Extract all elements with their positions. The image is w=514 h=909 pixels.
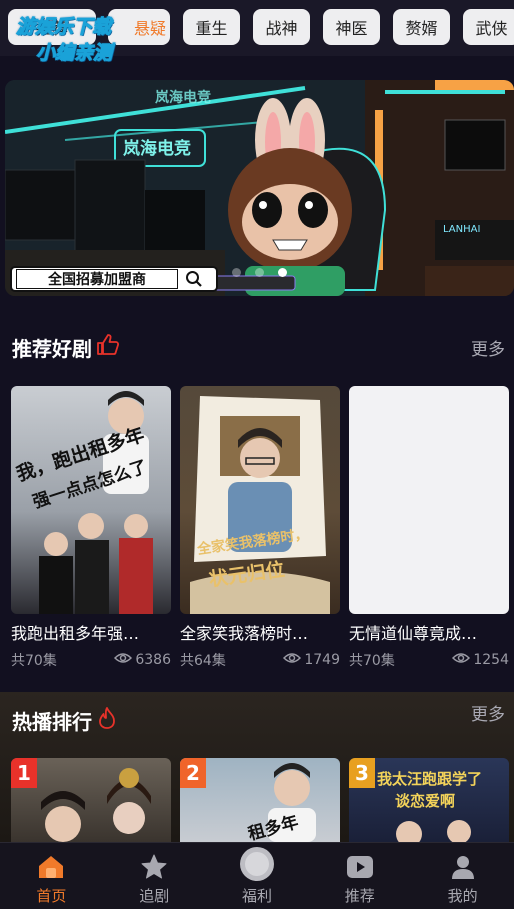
banner-illustration: LANHAI 岚海电竞 岚海电竞 <box>5 80 514 296</box>
view-count: 1749 <box>304 652 340 668</box>
pagination-dot[interactable] <box>232 268 241 277</box>
nav-recommend[interactable]: 推荐 <box>308 843 411 909</box>
hot-rank-card[interactable]: 1 <box>11 758 171 842</box>
nav-home[interactable]: 首页 <box>0 843 103 909</box>
pagination-dot-active[interactable] <box>278 268 287 277</box>
bottom-navigation: 首页 追剧 福利 推荐 我的 <box>0 842 514 909</box>
drama-title: 全家笑我落榜时… <box>180 624 309 643</box>
category-chip-recommend[interactable]: 推荐 <box>8 9 96 45</box>
nav-welfare[interactable]: 福利 <box>206 843 309 909</box>
eye-icon <box>114 652 133 668</box>
category-chip-doctor[interactable]: 神医 <box>323 9 380 45</box>
play-icon <box>346 853 374 881</box>
nav-profile[interactable]: 我的 <box>411 843 514 909</box>
eye-icon <box>283 652 302 668</box>
rank-badge: 1 <box>11 758 37 788</box>
drama-poster-placeholder <box>349 386 509 614</box>
category-bar: 推荐 悬疑 重生 战神 神医 赘婿 武侠 <box>0 0 514 56</box>
thumbs-up-icon <box>96 333 120 362</box>
drama-card[interactable]: 全家笑我落榜时， 状元归位 全家笑我落榜时… 共64集 1749 <box>180 386 340 670</box>
star-icon <box>140 853 168 881</box>
search-icon <box>178 269 210 289</box>
drama-card[interactable]: 无情道仙尊竟成… 共70集 1254 <box>349 386 509 670</box>
drama-card[interactable]: 我，跑出租多年 强一点点怎么了 我跑出租多年强… 共70集 6386 <box>11 386 171 670</box>
svg-text:岚海电竞: 岚海电竞 <box>155 89 211 106</box>
banner-tag[interactable]: 全国招募加盟商 <box>10 266 218 292</box>
drama-title: 我跑出租多年强… <box>11 624 140 643</box>
eye-icon <box>452 652 471 668</box>
hot-more-link[interactable]: 更多 <box>471 700 505 725</box>
recommended-more-link[interactable]: 更多 <box>471 335 505 360</box>
svg-text:LANHAI: LANHAI <box>443 224 480 235</box>
drama-poster: 我，跑出租多年 强一点点怎么了 <box>11 386 171 614</box>
promo-banner[interactable]: LANHAI 岚海电竞 岚海电竞 <box>5 80 514 296</box>
home-icon <box>37 853 65 881</box>
episode-count: 共70集 <box>11 653 57 669</box>
drama-title: 无情道仙尊竟成… <box>349 624 478 643</box>
view-count: 1254 <box>473 652 509 668</box>
svg-text:我太汪跑跟学了: 我太汪跑跟学了 <box>377 770 482 788</box>
banner-pagination <box>232 268 287 277</box>
recommended-section-title: 推荐好剧 <box>12 333 120 362</box>
rank-badge: 2 <box>180 758 206 788</box>
svg-text:岚海电竞: 岚海电竞 <box>123 138 191 159</box>
nav-following[interactable]: 追剧 <box>103 843 206 909</box>
category-chip-rebirth[interactable]: 重生 <box>183 9 240 45</box>
flame-icon <box>96 706 118 735</box>
category-chip-war-god[interactable]: 战神 <box>253 9 310 45</box>
rank-badge: 3 <box>349 758 375 788</box>
pagination-dot[interactable] <box>255 268 264 277</box>
episode-count: 共70集 <box>349 653 395 669</box>
profile-icon <box>450 853 476 881</box>
drama-poster: 全家笑我落榜时， 状元归位 <box>180 386 340 614</box>
banner-tag-text: 全国招募加盟商 <box>16 269 178 289</box>
category-chip-son-in-law[interactable]: 赘婿 <box>393 9 450 45</box>
category-chip-wuxia[interactable]: 武侠 <box>463 9 514 45</box>
episode-count: 共64集 <box>180 653 226 669</box>
svg-text:谈恋爱啊: 谈恋爱啊 <box>395 792 455 810</box>
hot-section-title: 热播排行 <box>12 706 118 735</box>
gift-icon <box>239 847 275 881</box>
view-count: 6386 <box>135 652 171 668</box>
hot-rank-card[interactable]: 我太汪跑跟学了 谈恋爱啊 3 <box>349 758 509 842</box>
hot-rank-card[interactable]: 租多年 2 <box>180 758 340 842</box>
category-chip-suspense[interactable]: 悬疑 <box>108 9 170 45</box>
